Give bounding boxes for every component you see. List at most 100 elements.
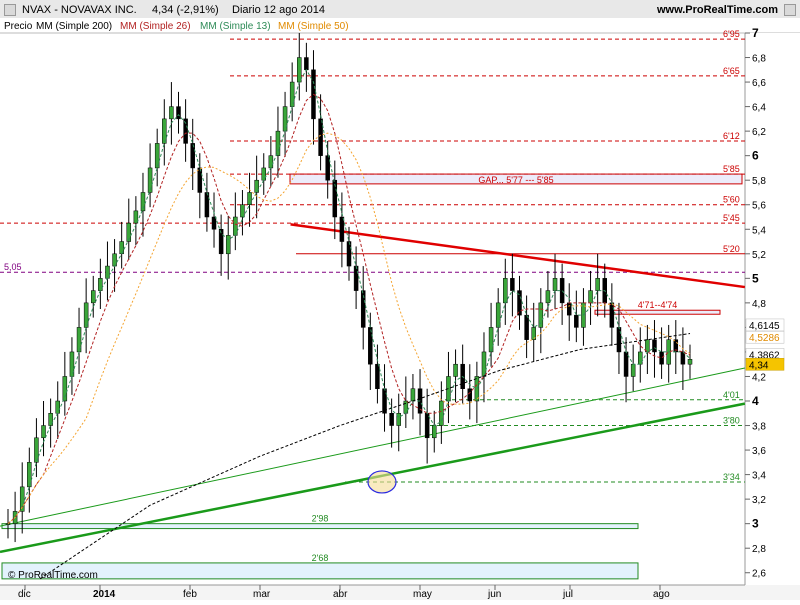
y-tick-label: 5 [752, 271, 759, 285]
candle-body [91, 290, 96, 304]
candle-body [495, 302, 501, 328]
candle-body [297, 57, 302, 83]
candle-body [275, 130, 281, 156]
legend-mm200[interactable]: MM (Simple 200) [36, 21, 112, 32]
y-tick-label: 3,8 [752, 422, 766, 433]
candle-body [368, 327, 373, 365]
x-tick-label: jun [487, 589, 501, 600]
chart-period: Diario 12 ago 2014 [232, 4, 325, 16]
y-tick-label: 5,2 [752, 250, 766, 261]
y-tick-label: 3,2 [752, 495, 766, 506]
x-tick-label: ago [653, 589, 670, 600]
candle-body [268, 155, 274, 169]
legend-mm26[interactable]: MM (Simple 26) [120, 21, 191, 32]
candle-body [510, 278, 515, 291]
candle-body [481, 351, 487, 377]
candle-body [474, 376, 480, 402]
legend-price[interactable]: Precio [4, 21, 32, 32]
candle-body [424, 413, 430, 439]
y-tick-label: 5,8 [752, 176, 766, 187]
level-label: 6'65 [723, 66, 740, 76]
zone-box [1, 523, 639, 530]
candle-body [325, 155, 330, 181]
low-highlight-circle [367, 470, 397, 494]
x-tick-label: 2014 [93, 589, 116, 600]
candle-body [652, 339, 657, 353]
candle-body [410, 388, 416, 402]
x-tick-label: feb [183, 589, 197, 600]
candle-body [453, 363, 458, 377]
candle-body [176, 106, 181, 120]
candle-body [432, 425, 437, 439]
candle-body [659, 351, 664, 365]
y-tick-label: 4,8 [752, 299, 766, 310]
candle-body [211, 216, 217, 230]
candle-body [623, 351, 629, 377]
level-label: 5'85 [723, 164, 740, 174]
level-label: 3'34 [723, 472, 740, 482]
candle-body [197, 167, 203, 193]
candle-body [353, 265, 359, 291]
level-label: 5'45 [723, 213, 740, 223]
candle-body [559, 278, 565, 304]
y-tick-label: 3,4 [752, 471, 766, 482]
y-tick-label: 6 [752, 149, 759, 163]
y-tick-label: 4,2 [752, 372, 766, 383]
watermark: © ProRealTime.com [8, 570, 98, 581]
x-tick-label: abr [333, 589, 348, 600]
price-chart-svg: 2,62,833,23,43,63,844,24,44,64,855,25,45… [0, 0, 800, 600]
close-icon[interactable] [784, 4, 796, 16]
chart-area: 2,62,833,23,43,63,844,24,44,64,855,25,45… [0, 0, 800, 600]
candle-body [112, 253, 117, 267]
x-tick-label: may [413, 589, 432, 600]
price-tag-label: 4,34 [749, 360, 769, 371]
y-tick-label: 3,6 [752, 446, 766, 457]
candle-body [41, 425, 46, 439]
y-tick-label: 2,6 [752, 569, 766, 580]
candle-body [503, 278, 508, 304]
y-tick-label: 5,4 [752, 225, 766, 236]
candle-body [346, 241, 352, 267]
candle-body [169, 106, 174, 120]
site-link[interactable]: www.ProRealTime.com [657, 4, 778, 16]
x-tick-label: jul [562, 589, 573, 600]
candle-body [488, 327, 494, 353]
ma-26-line [7, 93, 691, 525]
y-tick-label: 6,8 [752, 54, 766, 65]
candle-body [467, 388, 473, 402]
y-tick-label: 6,4 [752, 103, 766, 114]
last-price: 4,34 (-2,91%) [152, 4, 219, 16]
level-label: 6'12 [723, 131, 740, 141]
candle-body [98, 278, 103, 291]
candle-body [687, 359, 693, 365]
candle-body [630, 363, 636, 377]
x-tick-label: dic [18, 589, 31, 600]
candle-body [55, 400, 60, 414]
minimize-icon[interactable] [4, 4, 16, 16]
y-tick-label: 6,6 [752, 78, 766, 89]
x-axis-panel [0, 585, 800, 600]
zone-label: GAP... 5'77 --- 5'85 [478, 175, 553, 185]
level-label: 5'60 [723, 195, 740, 205]
candle-body [566, 302, 572, 316]
candle-body [595, 278, 600, 291]
candle-body [339, 216, 345, 242]
legend-mm13[interactable]: MM (Simple 13) [200, 21, 271, 32]
candle-body [403, 400, 409, 414]
y-tick-label: 4 [752, 394, 759, 408]
x-tick-label: mar [253, 589, 271, 600]
y-tick-label: 6,2 [752, 127, 766, 138]
zone-label: 2'68 [312, 553, 329, 563]
level-label: 5'20 [723, 244, 740, 254]
trendline-channel [0, 367, 745, 527]
candle-body [524, 314, 529, 340]
level-label: 4'01 [723, 390, 740, 400]
candle-body [304, 57, 309, 71]
candle-body [375, 363, 380, 389]
zone-label: 4'71--4'74 [638, 300, 677, 310]
candle-body [574, 314, 579, 328]
candle-body [105, 265, 110, 279]
y-tick-label: 5,6 [752, 201, 766, 212]
legend-mm50[interactable]: MM (Simple 50) [278, 21, 349, 32]
candle-body [204, 192, 210, 218]
